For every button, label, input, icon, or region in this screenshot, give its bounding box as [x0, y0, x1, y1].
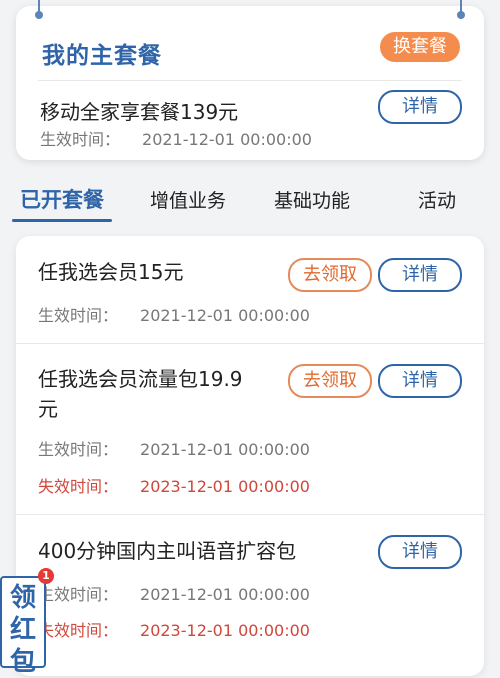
item-name-line1: 任我选会员流量包19.9 [38, 367, 243, 391]
main-plan-title: 我的主套餐 [42, 43, 162, 69]
red-packet-char-1: 领 [9, 583, 36, 613]
switch-plan-button[interactable]: 换套餐 [380, 32, 460, 62]
main-plan-card: 我的主套餐 换套餐 移动全家享套餐139元 详情 生效时间： 2021-12-01… [16, 0, 484, 160]
effective-value: 2021-12-01 00:00:00 [140, 306, 310, 325]
tab-bar: 已开套餐 增值业务 基础功能 活动 [0, 178, 500, 222]
expire-value: 2023-12-01 00:00:00 [140, 621, 310, 640]
effective-label: 生效时间： [38, 306, 119, 325]
tab-basic-functions[interactable]: 基础功能 [274, 186, 350, 213]
expire-row: 失效时间： 2023-12-01 00:00:00 [38, 617, 310, 641]
effective-value: 2021-12-01 00:00:00 [142, 130, 312, 149]
notification-count-badge: 1 [38, 568, 54, 584]
item-name: 400分钟国内主叫语音扩容包 [38, 539, 297, 563]
effective-row: 生效时间： 2021-12-01 00:00:00 [38, 436, 310, 460]
red-packet-char-2: 红 [9, 615, 36, 645]
list-item: 任我选会员流量包19.9 元 去领取 详情 生效时间： 2021-12-01 00… [16, 344, 484, 514]
plan-list-card: 任我选会员15元 去领取 详情 生效时间： 2021-12-01 00:00:00… [16, 236, 484, 676]
detail-button[interactable]: 详情 [378, 535, 462, 569]
claim-button[interactable]: 去领取 [288, 258, 372, 292]
tab-opened-plans[interactable]: 已开套餐 [20, 184, 104, 214]
detail-button[interactable]: 详情 [378, 364, 462, 398]
effective-label: 生效时间： [38, 440, 119, 459]
list-item: 任我选会员15元 去领取 详情 生效时间： 2021-12-01 00:00:00 [16, 236, 484, 344]
active-tab-indicator [12, 219, 112, 222]
expire-row: 失效时间： 2023-12-01 00:00:00 [38, 473, 310, 497]
main-plan-detail-button[interactable]: 详情 [378, 90, 462, 124]
main-plan-effective-row: 生效时间： 2021-12-01 00:00:00 [40, 126, 312, 150]
card-clip-left [35, 0, 43, 19]
effective-label: 生效时间： [38, 585, 119, 604]
expire-value: 2023-12-01 00:00:00 [140, 477, 310, 496]
red-packet-float-button[interactable]: 领 红 包 [0, 576, 46, 677]
effective-label: 生效时间： [40, 130, 121, 149]
tab-value-added[interactable]: 增值业务 [150, 186, 226, 213]
divider [38, 80, 462, 81]
tab-activities[interactable]: 活动 [418, 186, 456, 213]
card-clip-right [457, 0, 465, 19]
expire-label: 失效时间： [38, 621, 119, 640]
effective-value: 2021-12-01 00:00:00 [140, 585, 310, 604]
main-plan-name: 移动全家享套餐139元 [40, 100, 239, 124]
effective-row: 生效时间： 2021-12-01 00:00:00 [38, 581, 310, 605]
claim-button[interactable]: 去领取 [288, 364, 372, 398]
effective-value: 2021-12-01 00:00:00 [140, 440, 310, 459]
item-name: 任我选会员15元 [38, 260, 184, 284]
effective-row: 生效时间： 2021-12-01 00:00:00 [38, 302, 310, 326]
item-name-line2: 元 [38, 397, 58, 421]
list-item: 400分钟国内主叫语音扩容包 详情 生效时间： 2021-12-01 00:00:… [16, 515, 484, 655]
expire-label: 失效时间： [38, 477, 119, 496]
detail-button[interactable]: 详情 [378, 258, 462, 292]
red-packet-char-3: 包 [9, 647, 36, 677]
